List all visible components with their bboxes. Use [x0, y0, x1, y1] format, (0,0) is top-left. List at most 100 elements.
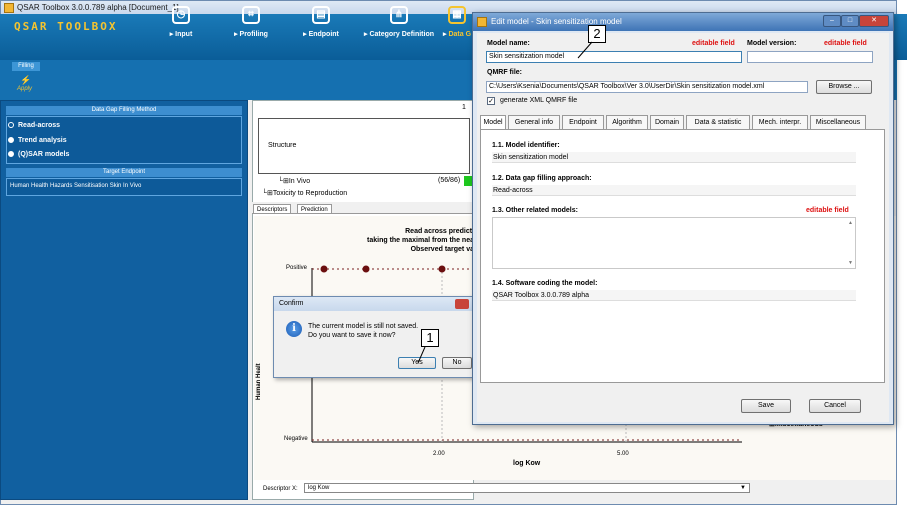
- model-version-input[interactable]: [747, 51, 873, 63]
- target-header: Target Endpoint: [6, 168, 242, 177]
- x-tick: 5.00: [617, 451, 629, 457]
- callout-1: 1: [421, 329, 439, 347]
- tree-node-invivo[interactable]: └⊞In Vivo: [278, 177, 310, 185]
- info-icon: i: [286, 321, 302, 337]
- app-logo: QSAR TOOLBOX: [14, 20, 117, 33]
- confirm-title: Confirm: [279, 300, 304, 307]
- nav-datagap-label: Data G: [448, 31, 472, 38]
- tab-domain[interactable]: Domain: [650, 115, 684, 129]
- section-data-gap-approach: 1.2. Data gap filling approach:: [492, 175, 592, 182]
- tab-miscellaneous[interactable]: Miscellaneous: [810, 115, 866, 129]
- tree-count: (56/86): [438, 177, 461, 184]
- logo-part-a: QSAR: [14, 20, 49, 33]
- nav-category-definition[interactable]: ⋔ ▸ Category Definition: [358, 6, 440, 38]
- lightning-icon[interactable]: ⚡: [20, 75, 31, 86]
- clock-icon: ◷: [172, 6, 190, 24]
- model-version-label: Model version:: [747, 40, 797, 47]
- app-icon: [4, 3, 14, 13]
- nav-endpoint[interactable]: ▤ ▸ Endpoint: [286, 6, 356, 38]
- target-endpoint-text: Human Health Hazards Sensitisation Skin …: [10, 183, 142, 189]
- category-icon: ⋔: [390, 6, 408, 24]
- radio-label: Trend analysis: [18, 137, 67, 144]
- endpoint-icon: ▤: [312, 6, 330, 24]
- y-tick-negative: Negative: [284, 436, 308, 442]
- model-identifier-value: Skin sensitization model: [492, 152, 856, 163]
- nav-endpoint-label: Endpoint: [308, 31, 339, 38]
- radio-dot: [8, 122, 14, 128]
- tab-filling[interactable]: Filling: [12, 62, 40, 71]
- data-point[interactable]: [438, 265, 446, 273]
- x-tick: 2.00: [433, 451, 445, 457]
- descriptor-x-select[interactable]: log Kow ▼: [304, 483, 750, 493]
- tree-node-label: Toxicity to Reproduction: [272, 190, 348, 197]
- x-axis-label: log Kow: [513, 460, 541, 467]
- apply-button[interactable]: Apply: [17, 86, 32, 92]
- editable-field-tag: editable field: [806, 207, 849, 214]
- scroll-down-icon[interactable]: ▼: [848, 260, 853, 266]
- confirm-titlebar: Confirm: [274, 297, 472, 311]
- tree-structure: Structure: [268, 142, 297, 149]
- tab-general-info[interactable]: General info: [508, 115, 560, 129]
- cancel-button[interactable]: Cancel: [809, 399, 861, 413]
- tab-descriptors[interactable]: Descriptors: [253, 204, 292, 214]
- progress-bar: [464, 176, 472, 186]
- radio-trend-analysis[interactable]: Trend analysis: [8, 137, 67, 144]
- model-name-label: Model name:: [487, 40, 530, 47]
- section-software-coding: 1.4. Software coding the model:: [492, 280, 598, 287]
- y-axis-label: Human Healt: [256, 363, 262, 400]
- radio-read-across[interactable]: Read-across: [8, 122, 60, 129]
- radio-label: (Q)SAR models: [18, 151, 70, 158]
- minimize-icon[interactable]: –: [823, 15, 841, 27]
- radio-qsar-models[interactable]: (Q)SAR models: [8, 151, 69, 158]
- save-button[interactable]: Save: [741, 399, 791, 413]
- data-gap-icon: ▦: [448, 6, 466, 24]
- generate-qmrf-label: generate XML QMRF file: [500, 97, 578, 104]
- scroll-up-icon[interactable]: ▲: [848, 220, 853, 226]
- radio-dot: [8, 137, 14, 143]
- dropdown-arrow-icon: ▼: [740, 485, 746, 491]
- editable-field-tag: editable field: [692, 40, 735, 47]
- no-button[interactable]: No: [442, 357, 472, 369]
- callout-pointer: [577, 41, 593, 59]
- tab-algorithm[interactable]: Algorithm: [606, 115, 648, 129]
- browse-button[interactable]: Browse ...: [816, 80, 872, 94]
- tree-node-tox[interactable]: └⊞Toxicity to Reproduction: [262, 189, 347, 197]
- generate-qmrf-checkbox[interactable]: ✓: [487, 97, 495, 105]
- nav-input-label: Input: [175, 31, 193, 38]
- tab-model[interactable]: Model: [480, 115, 506, 130]
- tab-mech-interpr[interactable]: Mech. interpr.: [752, 115, 808, 129]
- nav-category-label: Category Definition: [369, 31, 435, 38]
- data-point[interactable]: [320, 265, 328, 273]
- section-other-models: 1.3. Other related models:: [492, 207, 578, 214]
- data-point[interactable]: [362, 265, 370, 273]
- method-header: Data Gap Filling Method: [6, 106, 242, 115]
- close-icon[interactable]: ✕: [859, 15, 889, 27]
- confirm-line-1: The current model is still not saved.: [308, 323, 419, 330]
- tab-endpoint[interactable]: Endpoint: [562, 115, 604, 129]
- model-name-input[interactable]: Skin sensitization model: [486, 51, 742, 63]
- radio-dot: [8, 151, 14, 157]
- software-coding-value: QSAR Toolbox 3.0.0.789 alpha: [492, 290, 856, 301]
- radio-label: Read-across: [18, 122, 61, 129]
- section-model-identifier: 1.1. Model identifier:: [492, 142, 560, 149]
- tab-prediction[interactable]: Prediction: [297, 204, 332, 214]
- y-tick-positive: Positive: [286, 265, 308, 271]
- nav-data-gap[interactable]: ▦ ▸ Data G: [440, 6, 474, 38]
- app-icon: [477, 17, 487, 27]
- select-value: log Kow: [308, 485, 330, 491]
- data-gap-approach-value: Read-across: [492, 185, 856, 196]
- close-icon[interactable]: [455, 299, 469, 309]
- tab-data-statistic[interactable]: Data & statistic: [686, 115, 750, 129]
- top-number: 1: [462, 104, 466, 111]
- nav-input[interactable]: ◷ ▸ Input: [146, 6, 216, 38]
- nav-profiling-label: Profiling: [239, 31, 268, 38]
- maximize-icon[interactable]: □: [841, 15, 859, 27]
- tree-node-label: In Vivo: [288, 178, 311, 185]
- editable-field-tag: editable field: [824, 40, 867, 47]
- logo-part-b: TOOLBOX: [57, 20, 118, 33]
- descriptor-x-label: Descriptor X:: [263, 486, 298, 492]
- confirm-dialog: Confirm i The current model is still not…: [273, 296, 473, 378]
- qmrf-path-input[interactable]: C:\Users\Ksenia\Documents\QSAR Toolbox\V…: [486, 81, 808, 93]
- other-models-textarea[interactable]: ▲ ▼: [492, 217, 856, 269]
- nav-profiling[interactable]: ⌗ ▸ Profiling: [216, 6, 286, 38]
